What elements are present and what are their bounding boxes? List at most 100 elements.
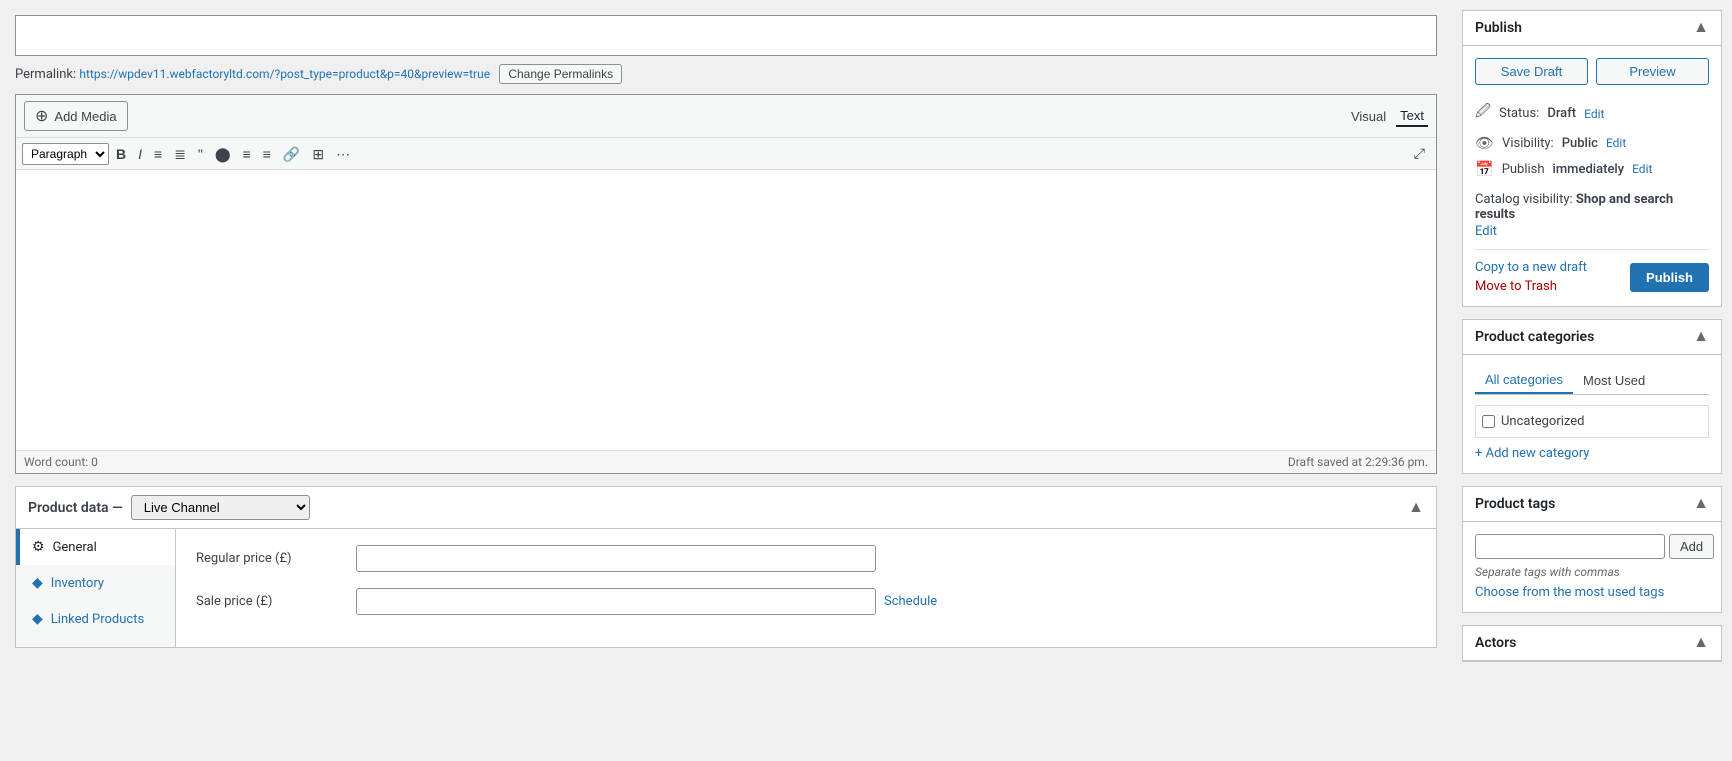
product-tags-metabox: Product tags ▲ Add Separate tags with co… [1462,486,1722,613]
blockquote-button[interactable]: " [193,144,208,164]
link-button[interactable]: 🔗 [278,144,305,164]
permalink-url[interactable]: https://wpdev11.webfactoryltd.com/?post_… [79,67,490,81]
pd-tab-linked-products[interactable]: ◆ Linked Products [16,601,175,637]
visibility-value: Public [1562,136,1598,151]
add-category-link[interactable]: + Add new category [1475,446,1589,461]
category-label-uncategorized[interactable]: Uncategorized [1501,414,1584,429]
publish-metabox-header[interactable]: Publish ▲ [1463,11,1721,46]
align-right-button[interactable]: ≡ [258,144,276,164]
save-draft-button[interactable]: Save Draft [1475,58,1588,85]
visibility-label: Visibility: [1502,136,1554,151]
status-row: 🖉 Status: Draft Edit [1475,97,1709,130]
sale-price-row: Sale price (£) Schedule [196,588,1416,615]
post-title-input[interactable]: paid stream [15,15,1437,56]
product-categories-body: All categories Most Used Uncategorized +… [1463,355,1721,473]
copy-draft-link[interactable]: Copy to a new draft [1475,260,1587,275]
category-checkbox-uncategorized[interactable] [1482,415,1495,428]
product-tags-toggle[interactable]: ▲ [1693,495,1709,513]
product-tags-header[interactable]: Product tags ▲ [1463,487,1721,522]
inventory-icon: ◆ [32,575,43,591]
status-edit-link[interactable]: Edit [1584,107,1604,121]
product-data-wrap: Product data — Live Channel Simple produ… [15,486,1437,648]
regular-price-row: Regular price (£) [196,545,1416,572]
product-tags-body: Add Separate tags with commas Choose fro… [1463,522,1721,612]
catalog-visibility-edit-link[interactable]: Edit [1475,224,1709,239]
publish-time-icon: 📅 [1475,160,1494,178]
regular-price-label: Regular price (£) [196,551,356,566]
product-categories-title: Product categories [1475,329,1594,345]
product-data-content: Regular price (£) Sale price (£) Schedul… [176,529,1436,647]
post-title-wrap: paid stream [15,15,1437,56]
editor-view-tabs: Visual Text [1347,106,1428,127]
tab-text[interactable]: Text [1396,106,1428,127]
actors-header[interactable]: Actors ▲ [1463,626,1721,661]
category-item-uncategorized: Uncategorized [1482,412,1702,431]
visibility-row: 👁 Visibility: Public Edit [1475,130,1709,156]
publish-footer: Copy to a new draft Move to Trash Publis… [1475,249,1709,294]
regular-price-input[interactable] [356,545,876,572]
align-center-button[interactable]: ≡ [238,144,256,164]
category-tabs: All categories Most Used [1475,367,1709,395]
permalink-wrap: Permalink: https://wpdev11.webfactoryltd… [15,64,1437,84]
tags-choose-link[interactable]: Choose from the most used tags [1475,585,1664,600]
more-button[interactable]: ⋯ [331,144,355,164]
ordered-list-button[interactable]: ≣ [169,144,191,164]
fullscreen-button[interactable]: ⤢ [1409,142,1430,165]
status-value: Draft [1547,106,1576,121]
preview-button[interactable]: Preview [1596,58,1709,85]
tags-add-button[interactable]: Add [1669,534,1714,559]
publish-time-row: 📅 Publish immediately Edit [1475,156,1709,182]
table-button[interactable]: ⊞ [307,144,329,164]
pd-tab-inventory[interactable]: ◆ Inventory [16,565,175,601]
product-categories-header[interactable]: Product categories ▲ [1463,320,1721,355]
visibility-edit-link[interactable]: Edit [1606,136,1626,150]
visibility-icon: 👁 [1475,134,1494,152]
paragraph-select[interactable]: Paragraph [22,143,109,165]
pd-tab-general[interactable]: ⚙ General [16,529,175,565]
product-data-collapse-button[interactable]: ▲ [1408,499,1424,517]
tab-all-categories[interactable]: All categories [1475,367,1573,394]
permalink-label: Permalink: [15,67,76,82]
editor-body[interactable] [16,170,1436,450]
product-data-header[interactable]: Product data — Live Channel Simple produ… [16,487,1436,529]
actors-toggle[interactable]: ▲ [1693,634,1709,652]
publish-time-edit-link[interactable]: Edit [1632,162,1652,176]
status-label: Status: [1499,106,1539,121]
pd-tab-general-label: General [53,540,97,555]
add-media-button[interactable]: ⊕ Add Media [24,101,128,131]
publish-time-value: immediately [1553,162,1625,177]
sale-price-input[interactable] [356,588,876,615]
catalog-visibility-label: Catalog visibility: [1475,192,1573,207]
schedule-link[interactable]: Schedule [884,594,937,609]
draft-saved: Draft saved at 2:29:36 pm. [1288,455,1428,469]
tab-most-used[interactable]: Most Used [1573,367,1655,394]
word-count: Word count: 0 [24,455,98,469]
unordered-list-button[interactable]: ≡ [149,144,167,164]
publish-toggle-button[interactable]: ▲ [1693,19,1709,37]
catalog-visibility-wrap: Catalog visibility: Shop and search resu… [1475,192,1709,239]
actors-title: Actors [1475,635,1516,651]
publish-button[interactable]: Publish [1630,263,1709,292]
italic-button[interactable]: I [133,144,147,164]
bold-button[interactable]: B [111,144,131,164]
editor-toolbar: Paragraph B I ≡ ≣ " ⬤ ≡ ≡ 🔗 ⊞ ⋯ ⤢ [16,138,1436,170]
product-type-select[interactable]: Live Channel Simple product Grouped prod… [131,495,310,520]
status-icon: 🖉 [1475,101,1491,126]
move-trash-link[interactable]: Move to Trash [1475,279,1587,294]
tab-visual[interactable]: Visual [1347,106,1390,127]
change-permalinks-button[interactable]: Change Permalinks [499,64,622,84]
product-categories-metabox: Product categories ▲ All categories Most… [1462,319,1722,474]
publish-actions-top: Save Draft Preview [1475,58,1709,85]
product-data-controls: Product data — Live Channel Simple produ… [28,495,310,520]
sale-price-label: Sale price (£) [196,594,356,609]
editor-wrap: ⊕ Add Media Visual Text Paragraph B I ≡ … [15,94,1437,474]
tags-input[interactable] [1475,534,1665,559]
category-list: Uncategorized [1475,405,1709,438]
product-categories-toggle[interactable]: ▲ [1693,328,1709,346]
pd-tab-linked-label: Linked Products [51,612,144,627]
publish-meta: 🖉 Status: Draft Edit 👁 Visibility: Publi… [1475,97,1709,182]
align-left-button[interactable]: ⬤ [210,144,236,164]
linked-products-icon: ◆ [32,611,43,627]
product-data-tabs: ⚙ General ◆ Inventory ◆ Linked Products [16,529,176,647]
tags-hint: Separate tags with commas [1475,565,1709,579]
